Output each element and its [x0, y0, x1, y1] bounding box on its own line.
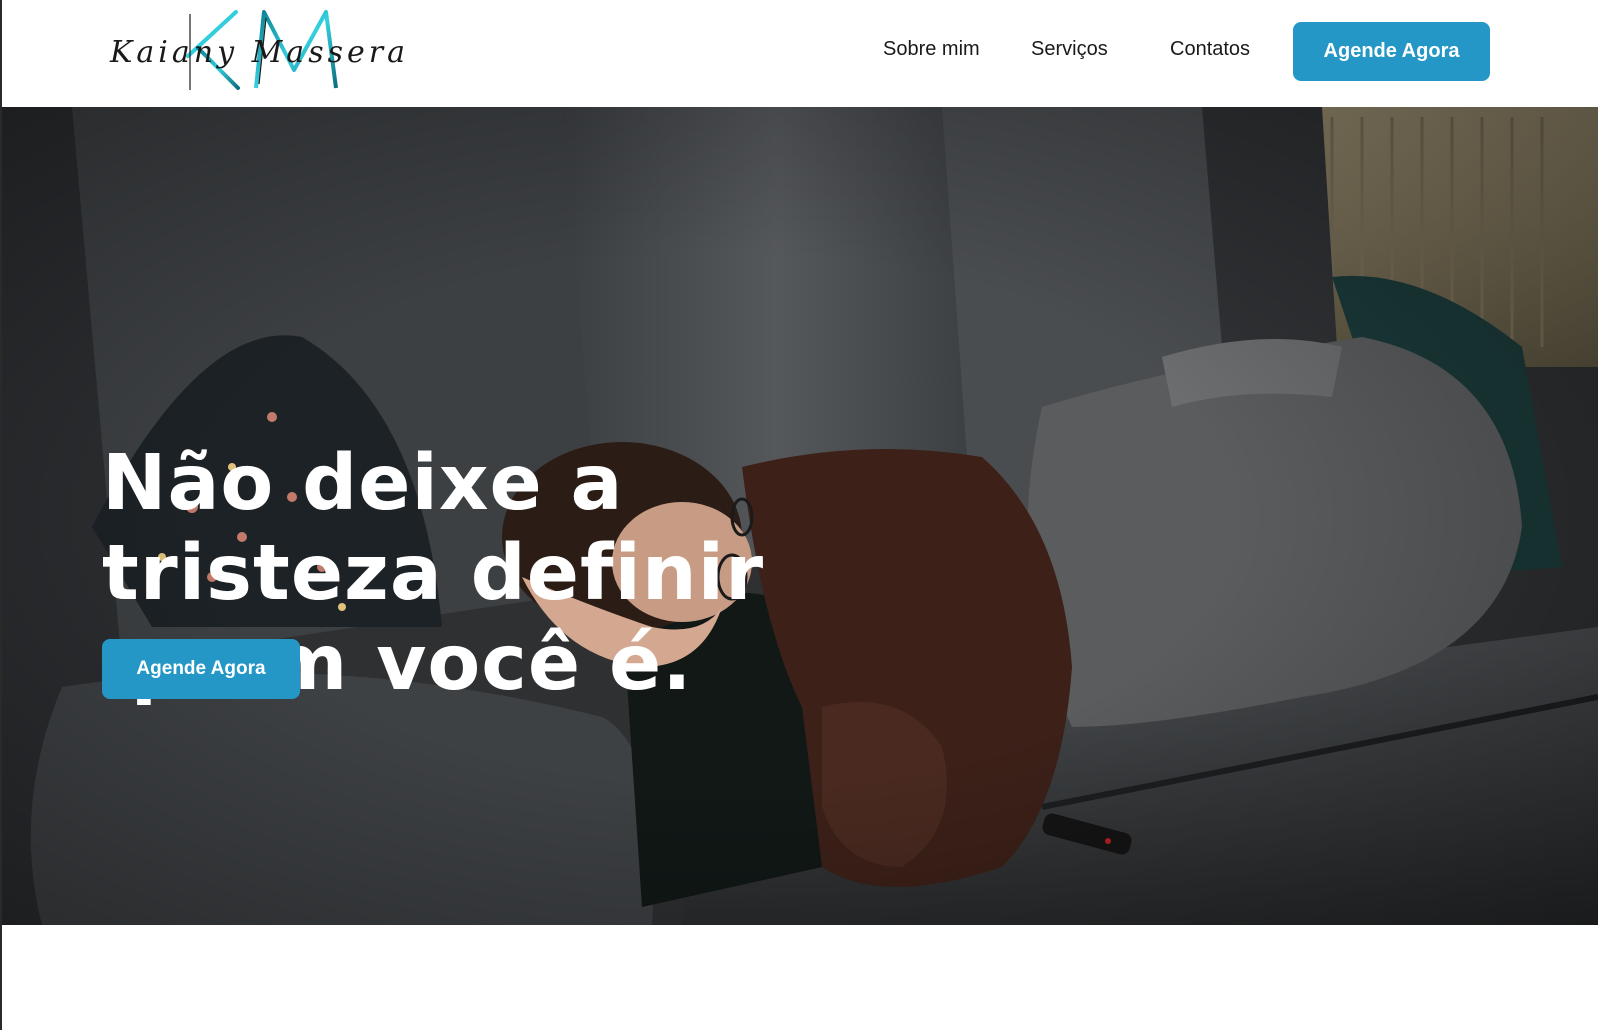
- nav-link-servicos[interactable]: Serviços: [1031, 38, 1108, 61]
- logo-script-text: Kaiany Massera: [109, 35, 409, 70]
- nav-link-sobre-mim[interactable]: Sobre mim: [883, 38, 980, 61]
- hero-schedule-button[interactable]: Agende Agora: [102, 639, 300, 699]
- km-logo-icon[interactable]: Kaiany Massera: [106, 4, 418, 98]
- hero-section: Não deixe a tristeza definir quem você é…: [2, 107, 1598, 925]
- page-edge: [0, 0, 2, 1030]
- nav-link-contatos[interactable]: Contatos: [1170, 38, 1250, 61]
- site-header: Kaiany Massera Sobre mim Serviços Contat…: [0, 0, 1598, 107]
- header-schedule-button[interactable]: Agende Agora: [1293, 22, 1490, 81]
